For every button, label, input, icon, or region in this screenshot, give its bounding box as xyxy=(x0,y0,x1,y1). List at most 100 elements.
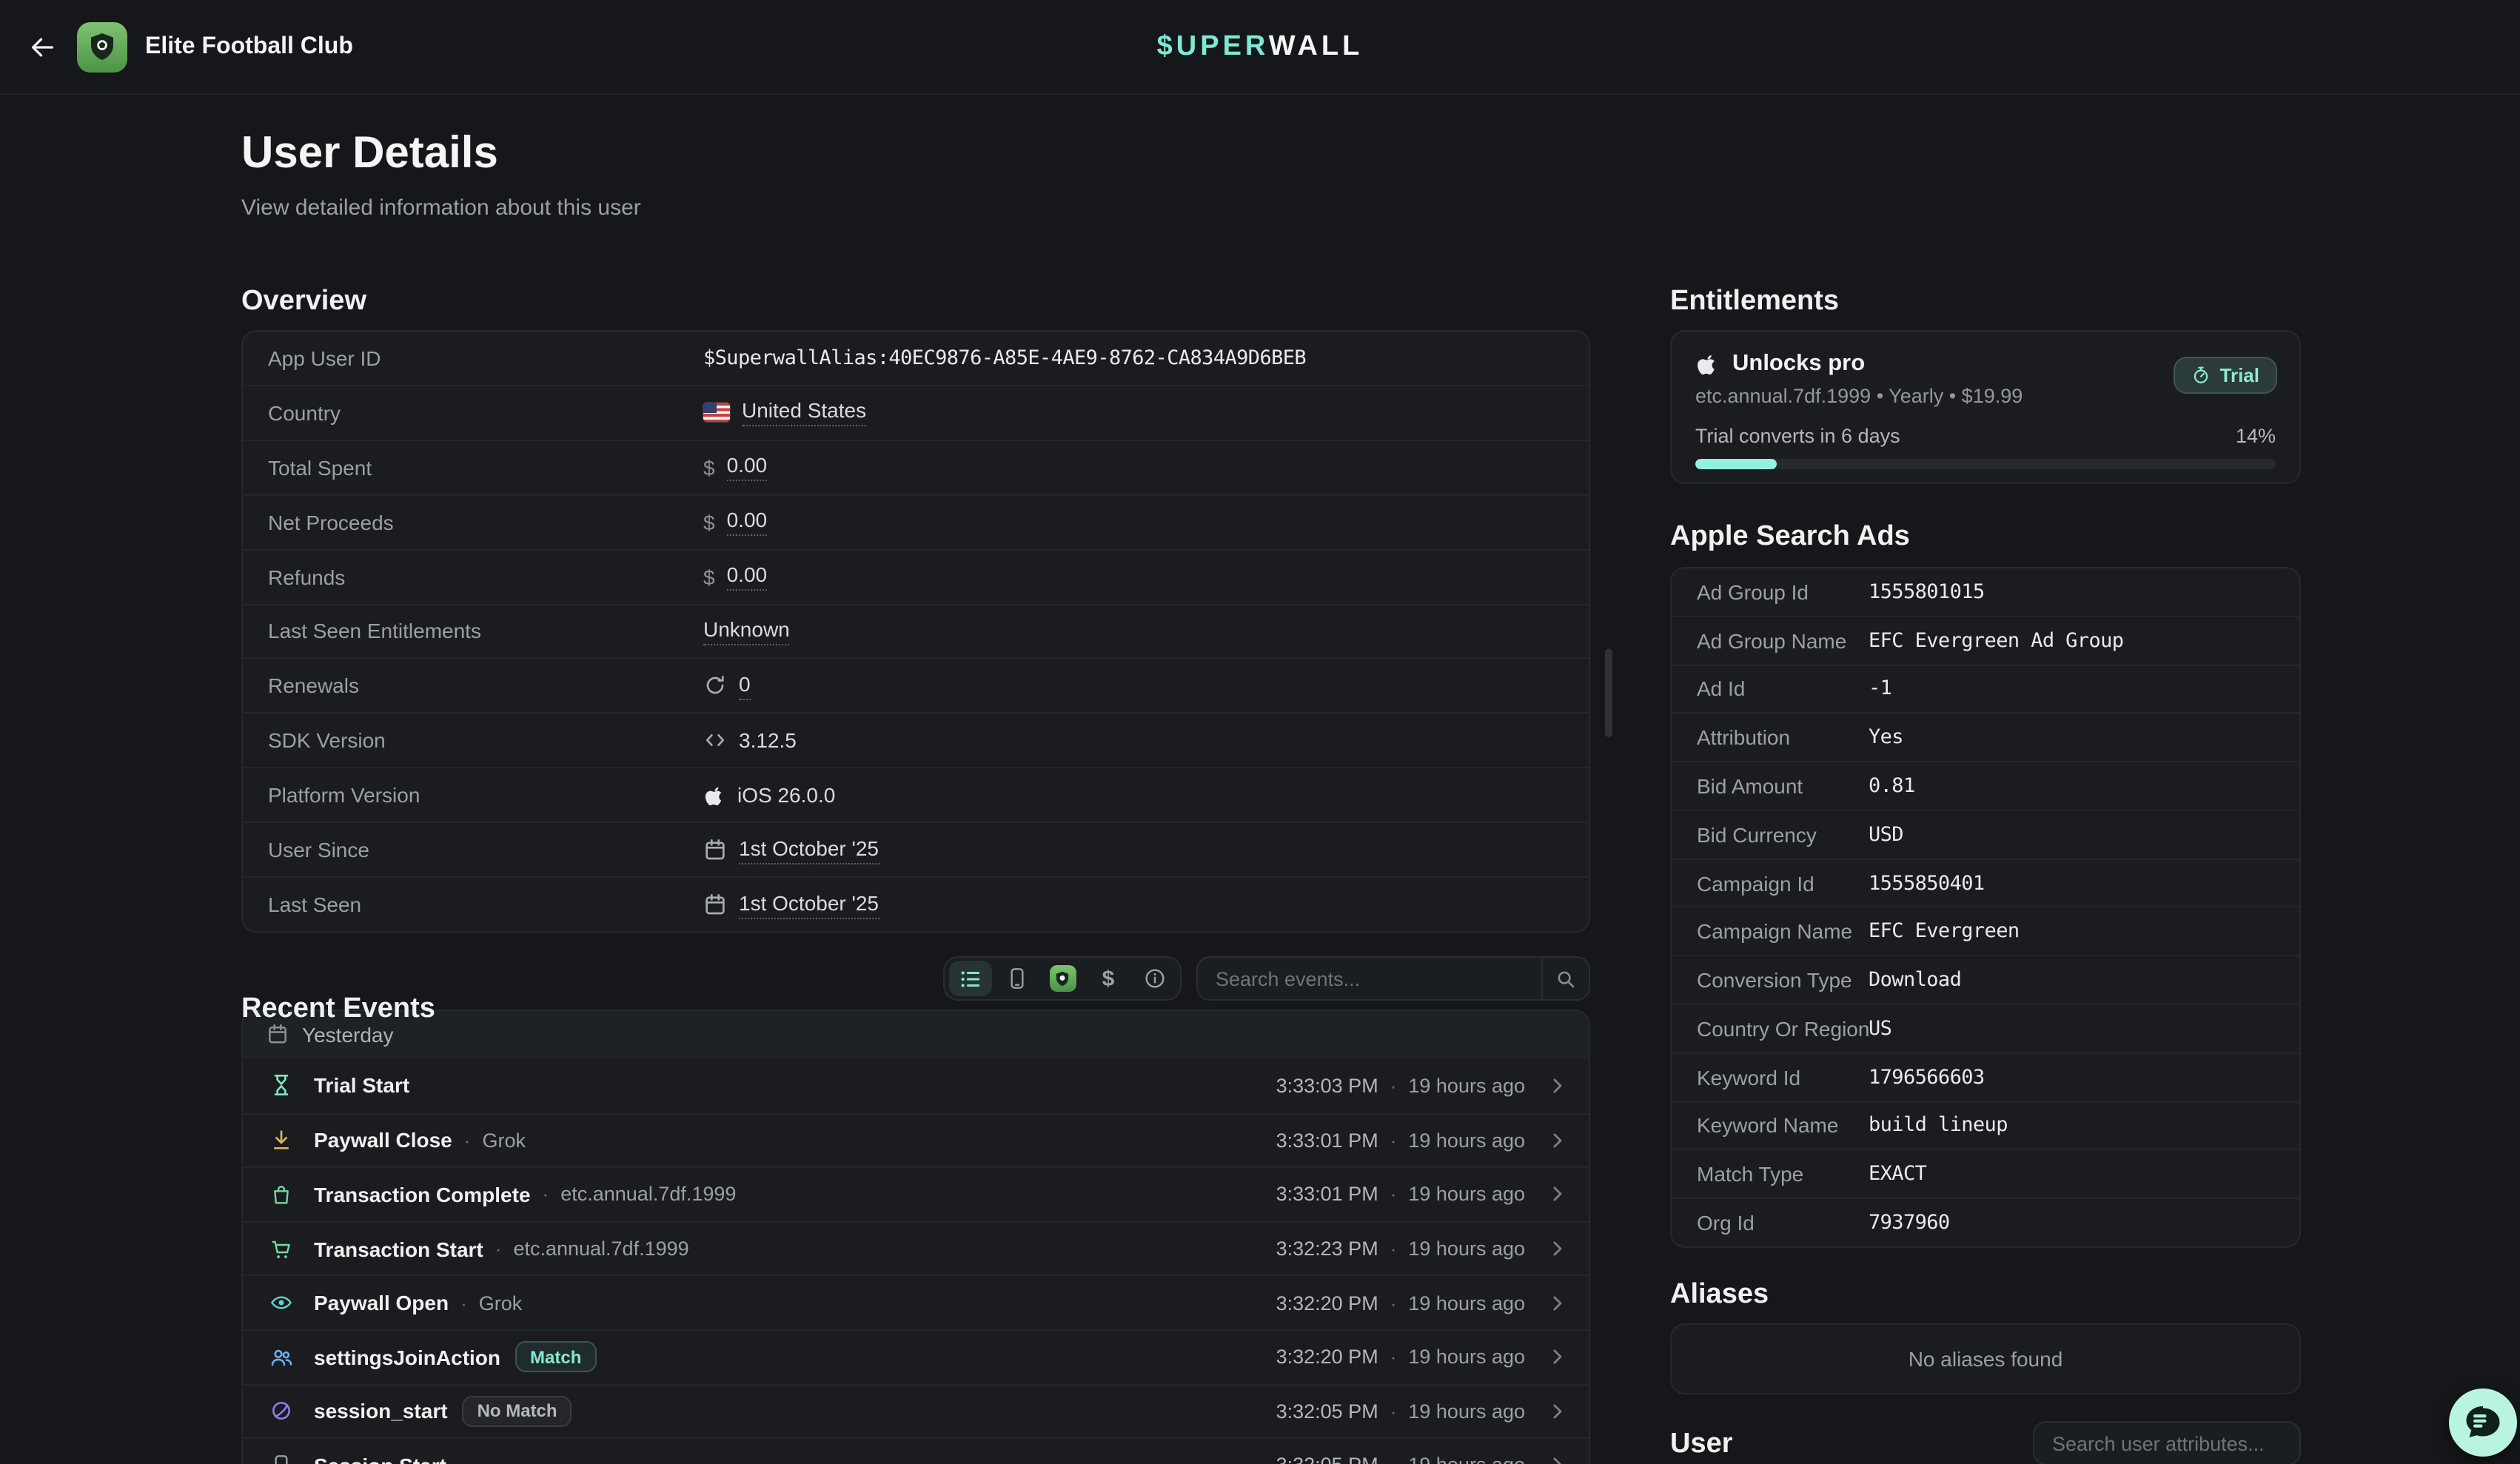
separator-dot: · xyxy=(1390,1292,1397,1314)
row-value: Download xyxy=(1869,968,1961,992)
table-row: Platform VersioniOS 26.0.0 xyxy=(243,768,1589,822)
event-title: settingsJoinAction xyxy=(314,1346,500,1369)
row-label: User Since xyxy=(268,838,369,862)
asa-value: EXACT xyxy=(1869,1163,1926,1186)
calendar-icon xyxy=(267,1023,289,1045)
country-value[interactable]: United States xyxy=(742,399,866,427)
event-time: 3:33:03 PM xyxy=(1276,1075,1378,1097)
filter-dollar-button[interactable]: $ xyxy=(1087,961,1130,996)
filter-phone-button[interactable] xyxy=(995,961,1038,996)
table-row: AttributionYes xyxy=(1672,713,2299,762)
table-row: Last Seen EntitlementsUnknown xyxy=(243,603,1589,658)
event-time: 3:33:01 PM xyxy=(1276,1129,1378,1152)
row-value: 3.12.5 xyxy=(703,729,797,753)
brand-accent: $UPER xyxy=(1157,30,1269,61)
entitlement-card: Unlocks pro etc.annual.7df.1999 • Yearly… xyxy=(1670,330,2301,484)
right-column: Entitlements Unlocks pro etc.annual.7df.… xyxy=(1670,284,2301,1464)
superwall-logo: $UPERWALL xyxy=(0,30,2520,63)
event-row[interactable]: Session Start3:32:05 PM·19 hours ago xyxy=(243,1437,1589,1464)
table-row: Renewals0 xyxy=(243,658,1589,713)
separator-dot: · xyxy=(1390,1346,1397,1369)
event-time: 3:32:05 PM xyxy=(1276,1454,1378,1464)
event-row[interactable]: Trial Start3:33:03 PM·19 hours ago xyxy=(243,1058,1589,1112)
event-meta: 3:32:20 PM·19 hours ago xyxy=(1276,1346,1568,1369)
table-row: CountryUnited States xyxy=(243,385,1589,440)
phone-icon xyxy=(1005,967,1028,990)
table-row: Bid Amount0.81 xyxy=(1672,761,2299,810)
separator-dot: · xyxy=(1390,1400,1397,1423)
trial-percent: 14% xyxy=(2236,425,2276,447)
row-value: 1555801015 xyxy=(1869,580,1985,604)
app-user-id-value: $SuperwallAlias:40EC9876-A85E-4AE9-8762-… xyxy=(703,346,1306,370)
event-row[interactable]: Transaction Start·etc.annual.7df.19993:3… xyxy=(243,1221,1589,1275)
event-ago: 19 hours ago xyxy=(1408,1183,1525,1206)
row-value: $0.00 xyxy=(703,454,767,482)
event-row[interactable]: session_startNo Match3:32:05 PM·19 hours… xyxy=(243,1383,1589,1437)
row-label: Bid Currency xyxy=(1697,823,1817,847)
row-label: Platform Version xyxy=(268,783,420,807)
user-section-header: User xyxy=(1670,1421,2301,1464)
refresh-icon xyxy=(703,674,727,698)
row-value-text[interactable]: 0 xyxy=(739,672,751,700)
user-attributes-search xyxy=(2033,1421,2301,1464)
row-value: $0.00 xyxy=(703,563,767,591)
arrow-down-icon xyxy=(267,1129,296,1152)
event-row[interactable]: Paywall Open·Grok3:32:20 PM·19 hours ago xyxy=(243,1275,1589,1329)
scrollbar-thumb[interactable] xyxy=(1605,648,1612,737)
row-value: EFC Evergreen xyxy=(1869,920,2020,944)
event-ago: 19 hours ago xyxy=(1408,1454,1525,1464)
topbar: Elite Football Club $UPERWALL xyxy=(0,0,2520,95)
event-badge: No Match xyxy=(463,1396,572,1427)
row-value-text[interactable]: 1st October '25 xyxy=(739,890,879,919)
row-value-text: 3.12.5 xyxy=(739,729,797,753)
user-attributes-search-input[interactable] xyxy=(2034,1432,2301,1454)
support-chat-button[interactable] xyxy=(2449,1389,2517,1457)
event-row[interactable]: settingsJoinActionMatch3:32:20 PM·19 hou… xyxy=(243,1329,1589,1383)
events-search-input[interactable] xyxy=(1198,967,1541,990)
filter-list-button[interactable] xyxy=(949,961,992,996)
row-label: Conversion Type xyxy=(1697,968,1852,992)
row-label: Ad Group Id xyxy=(1697,580,1809,604)
event-time: 3:33:01 PM xyxy=(1276,1183,1378,1206)
back-button[interactable] xyxy=(18,21,68,72)
row-value: United States xyxy=(703,399,866,427)
row-value: EFC Evergreen Ad Group xyxy=(1869,628,2123,652)
event-subtitle: Grok xyxy=(479,1292,523,1314)
amount-value[interactable]: 0.00 xyxy=(727,454,768,482)
event-row[interactable]: Paywall Close·Grok3:33:01 PM·19 hours ag… xyxy=(243,1112,1589,1166)
back-arrow-icon xyxy=(28,32,58,61)
event-title: session_start xyxy=(314,1400,448,1423)
event-row[interactable]: Transaction Complete·etc.annual.7df.1999… xyxy=(243,1166,1589,1220)
row-value-text[interactable]: Unknown xyxy=(703,617,790,645)
separator-dot: · xyxy=(1390,1075,1397,1097)
table-row: Keyword Namebuild lineup xyxy=(1672,1101,2299,1149)
apple-icon xyxy=(703,784,725,806)
table-row: Refunds$0.00 xyxy=(243,548,1589,603)
asa-value: Yes xyxy=(1869,725,1903,749)
amount-value[interactable]: 0.00 xyxy=(727,508,768,536)
event-ago: 19 hours ago xyxy=(1408,1400,1525,1423)
event-meta: 3:33:01 PM·19 hours ago xyxy=(1276,1129,1568,1152)
separator-dot: · xyxy=(1390,1454,1397,1464)
separator-dot: · xyxy=(1390,1129,1397,1152)
row-value-text[interactable]: 1st October '25 xyxy=(739,836,879,864)
asa-value: 7937960 xyxy=(1869,1211,1950,1235)
row-value: EXACT xyxy=(1869,1163,1926,1186)
apple-icon xyxy=(1695,352,1719,376)
search-icon[interactable] xyxy=(1541,958,1589,999)
table-row: Bid CurrencyUSD xyxy=(1672,810,2299,859)
table-row: Total Spent$0.00 xyxy=(243,440,1589,494)
filter-info-button[interactable] xyxy=(1133,961,1176,996)
amount-value[interactable]: 0.00 xyxy=(727,563,768,591)
trial-converts-text: Trial converts in 6 days xyxy=(1695,425,1900,447)
users-icon xyxy=(267,1346,296,1369)
event-ago: 19 hours ago xyxy=(1408,1292,1525,1314)
row-value: 7937960 xyxy=(1869,1211,1950,1235)
list-icon xyxy=(958,966,983,991)
dollar-sign: $ xyxy=(703,510,715,534)
event-meta: 3:33:03 PM·19 hours ago xyxy=(1276,1075,1568,1097)
table-row: Campaign Id1555850401 xyxy=(1672,858,2299,907)
filter-app-button[interactable] xyxy=(1041,961,1084,996)
row-label: Country Or Region xyxy=(1697,1017,1869,1041)
dollar-sign: $ xyxy=(703,456,715,480)
